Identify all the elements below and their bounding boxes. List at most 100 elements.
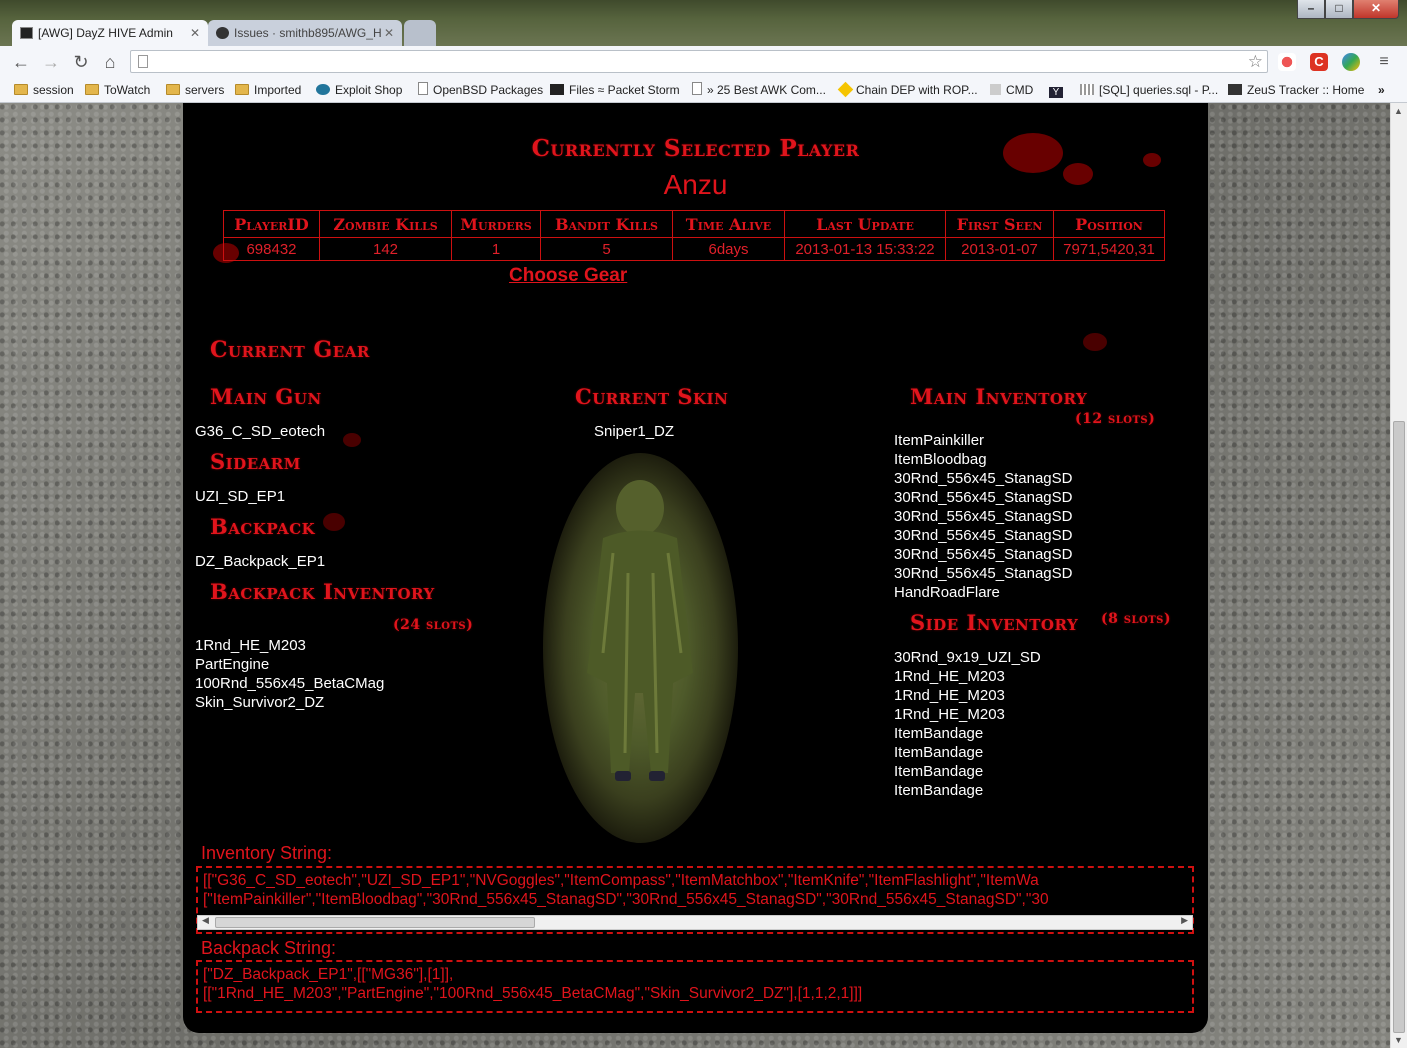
address-bar[interactable]: ☆ [130,50,1268,73]
inventory-horizontal-scrollbar[interactable]: ◀ ▶ [197,915,1193,930]
player-stats-table: PlayerID Zombie Kills Murders Bandit Kil… [223,210,1165,261]
blood-splatter [323,513,345,531]
page-viewport: Currently Selected Player Anzu PlayerID … [0,103,1390,1048]
blood-splatter [343,433,361,447]
list-item: 30Rnd_556x45_StanagSD [894,527,1073,544]
bookmark-openbsd-packages[interactable]: OpenBSD Packages [418,78,543,102]
bookmark-sql-queries[interactable]: [SQL] queries.sql - P... [1080,78,1218,102]
bookmark-imported[interactable]: Imported [235,78,301,102]
folder-icon [235,84,249,95]
current-skin-heading: Current Skin [575,384,729,409]
scrollbar-thumb[interactable] [1393,421,1405,1033]
current-skin-value: Sniper1_DZ [594,423,675,440]
bookmark-zeus-tracker[interactable]: ZeuS Tracker :: Home [1228,78,1364,102]
main-gun-heading: Main Gun [210,384,322,409]
backpack-string-box[interactable]: ["DZ_Backpack_EP1",[["MG36"],[1]], [["1R… [196,960,1194,1013]
list-item: 100Rnd_556x45_BetaCMag [195,675,385,692]
backpack-string-line: [["1Rnd_HE_M203","PartEngine","100Rnd_55… [203,985,863,1002]
list-item: ItemBandage [894,763,984,780]
column-header: Time Alive [672,210,785,238]
santa-extension-icon[interactable] [1278,53,1296,71]
bookmark-awk[interactable]: » 25 Best AWK Com... [692,78,826,102]
list-item: 30Rnd_556x45_StanagSD [894,565,1073,582]
bookmark-towatch[interactable]: ToWatch [85,78,150,102]
column-header: First Seen [945,210,1054,238]
bookmark-yahoo[interactable]: Y [1049,78,1068,102]
player-id-cell: 698432 [223,237,320,261]
backpack-slots-label: (24 slots) [393,617,474,633]
bookmark-session[interactable]: session [14,78,74,102]
cmd-icon [990,84,1001,95]
close-tab-icon[interactable]: ✕ [384,20,394,46]
minimize-button[interactable]: – [1297,0,1325,19]
menu-icon[interactable]: ≡ [1373,52,1395,72]
bandit-kills-cell: 5 [540,237,673,261]
list-item: 30Rnd_556x45_StanagSD [894,508,1073,525]
browser-titlebar: [AWG] DayZ HIVE Admin ✕ Issues · smithb8… [0,0,1407,46]
chrome-extension-icon[interactable] [1342,53,1360,71]
last-update-cell: 2013-01-13 15:33:22 [784,237,946,261]
scroll-down-arrow-icon[interactable]: ▼ [1394,1035,1403,1045]
bookmark-chain-dep[interactable]: Chain DEP with ROP... [837,78,978,102]
current-gear-heading: Current Gear [210,337,370,363]
backpack-inventory-heading: Backpack Inventory [210,579,435,604]
first-seen-cell: 2013-01-07 [945,237,1054,261]
column-header: Last Update [784,210,946,238]
tab-github-issues[interactable]: Issues · smithb895/AWG_H ✕ [208,20,402,46]
page-icon [138,55,148,68]
list-item: 1Rnd_HE_M203 [894,668,1005,685]
forward-arrow-icon[interactable]: → [40,52,62,72]
close-tab-icon[interactable]: ✕ [190,20,200,46]
bookmarks-overflow-button[interactable]: » [1378,78,1385,102]
side-inventory-list: 30Rnd_9x19_UZI_SD 1Rnd_HE_M203 1Rnd_HE_M… [894,648,1041,800]
tab-title: [AWG] DayZ HIVE Admin [38,26,173,40]
player-name: Anzu [663,169,728,200]
bookmark-packet-storm[interactable]: Files ≈ Packet Storm [550,78,680,102]
selected-player-heading: Currently Selected Player [531,135,860,162]
list-item: 30Rnd_9x19_UZI_SD [894,649,1041,666]
window-close-button[interactable]: ✕ [1353,0,1399,19]
murders-cell: 1 [451,237,541,261]
dayz-favicon-icon [20,27,33,39]
home-icon[interactable]: ⌂ [99,52,121,72]
list-item: 1Rnd_HE_M203 [894,687,1005,704]
inventory-string-label: Inventory String: [201,843,333,863]
scroll-left-arrow-icon[interactable]: ◀ [202,915,209,926]
scroll-up-arrow-icon[interactable]: ▲ [1394,106,1403,116]
sidearm-heading: Sidearm [210,449,301,474]
maximize-button[interactable]: □ [1325,0,1353,19]
inventory-string-line: [["G36_C_SD_eotech","UZI_SD_EP1","NVGogg… [203,872,1039,889]
pastebin-icon [1080,84,1094,95]
list-item: ItemBandage [894,782,984,799]
list-item: 30Rnd_556x45_StanagSD [894,489,1073,506]
scroll-right-arrow-icon[interactable]: ▶ [1181,915,1188,926]
reload-icon[interactable]: ↻ [70,52,92,72]
main-inventory-slots-label: (12 slots) [1075,411,1156,427]
page-vertical-scrollbar[interactable]: ▲ ▼ [1390,103,1407,1048]
scrollbar-thumb[interactable] [215,917,535,928]
list-item: ItemBloodbag [894,451,987,468]
folder-icon [14,84,28,95]
bookmark-star-icon[interactable]: ☆ [1248,51,1263,72]
inventory-string-line: ["ItemPainkiller","ItemBloodbag","30Rnd_… [203,891,1049,908]
side-inventory-slots-label: (8 slots) [1101,611,1171,627]
ghillie-figure [587,480,693,781]
backpack-items-list: 1Rnd_HE_M203 PartEngine 100Rnd_556x45_Be… [195,636,384,712]
c-extension-icon[interactable]: C [1310,53,1328,71]
blood-splatter [1083,333,1107,351]
bookmark-exploit-shop[interactable]: Exploit Shop [316,78,402,102]
column-header: Position [1053,210,1165,238]
tab-title: Issues · smithb895/AWG_H [234,26,382,40]
list-item: 1Rnd_HE_M203 [195,637,306,654]
position-cell: 7971,5420,31 [1053,237,1165,261]
back-arrow-icon[interactable]: ← [10,52,32,72]
warning-sign-icon [837,81,854,98]
list-item: ItemBandage [894,744,984,761]
bookmark-servers[interactable]: servers [166,78,224,102]
new-tab-button[interactable] [404,20,436,46]
browser-toolbar: ← → ↻ ⌂ ☆ C ≡ [0,46,1407,78]
tab-dayz-hive-admin[interactable]: [AWG] DayZ HIVE Admin ✕ [12,20,208,46]
bookmark-cmd[interactable]: CMD [990,78,1033,102]
github-favicon-icon [216,27,229,39]
choose-gear-link[interactable]: Choose Gear [509,265,627,287]
